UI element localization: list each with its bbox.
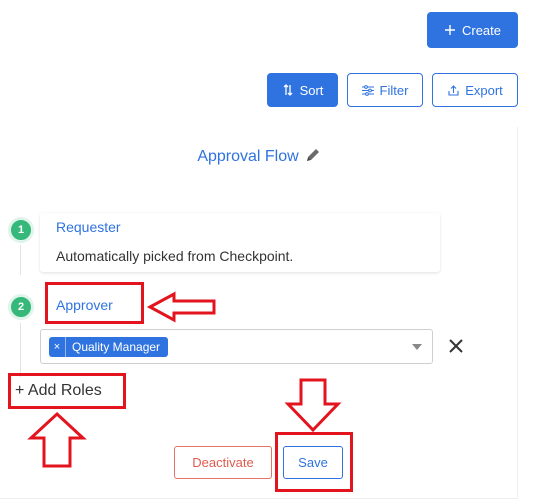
export-icon: [447, 84, 459, 96]
page: Create Sort Filter Export Approval Flow …: [0, 0, 534, 503]
annotation-box-add-roles: [8, 373, 126, 409]
sort-icon: [282, 84, 294, 96]
role-chip-label: Quality Manager: [72, 340, 161, 354]
annotation-arrow-up: [27, 411, 87, 468]
deactivate-button[interactable]: Deactivate: [174, 446, 272, 479]
step-number: 1: [17, 224, 25, 236]
sort-button[interactable]: Sort: [267, 73, 338, 107]
caret-down-icon[interactable]: [412, 344, 422, 350]
filter-icon: [361, 84, 374, 96]
create-button-label: Create: [461, 22, 502, 38]
timeline-line: [20, 245, 21, 275]
card-title: Approval Flow: [0, 147, 518, 168]
step-number-badge: 1: [8, 217, 34, 243]
annotation-box-approver: [45, 282, 144, 324]
plus-icon: [444, 24, 456, 36]
requester-description: Automatically picked from Checkpoint.: [56, 248, 294, 264]
step-number: 2: [17, 301, 25, 313]
export-button[interactable]: Export: [432, 73, 518, 107]
create-button[interactable]: Create: [427, 12, 518, 48]
requester-title: Requester: [56, 219, 121, 235]
timeline-line: [20, 323, 21, 377]
approver-roles-select[interactable]: × Quality Manager: [40, 329, 433, 364]
pencil-icon[interactable]: [305, 147, 321, 168]
annotation-box-save: [275, 432, 353, 492]
chip-remove-icon[interactable]: ×: [49, 337, 66, 357]
close-icon[interactable]: [447, 337, 465, 355]
annotation-arrow-down: [284, 378, 342, 433]
export-button-label: Export: [465, 82, 503, 98]
sort-button-label: Sort: [299, 82, 324, 98]
filter-button[interactable]: Filter: [347, 73, 423, 107]
filter-button-label: Filter: [379, 82, 409, 98]
role-chip: × Quality Manager: [49, 337, 169, 357]
card-title-text: Approval Flow: [197, 148, 299, 165]
annotation-arrow-left: [146, 291, 216, 323]
step-number-badge: 2: [8, 294, 34, 320]
